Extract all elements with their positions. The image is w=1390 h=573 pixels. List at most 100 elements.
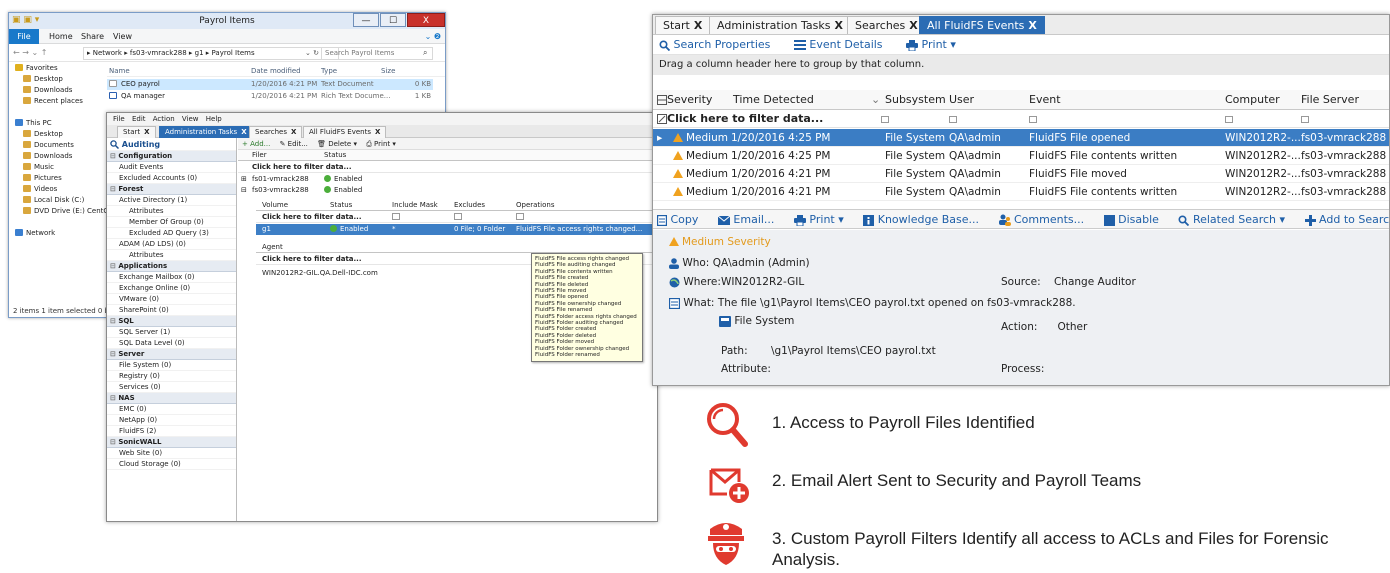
menu-help[interactable]: Help bbox=[206, 115, 222, 123]
search-properties-button[interactable]: Search Properties bbox=[659, 38, 780, 51]
event-row[interactable]: Medium 1/20/2016 4:25 PM File System QA\adm… bbox=[653, 147, 1389, 165]
column-file-server[interactable]: File Server bbox=[1301, 90, 1359, 110]
nav-buttons[interactable]: ← → ⌄ ↑ bbox=[13, 48, 47, 57]
tree-group-header[interactable]: ⊟ Server bbox=[107, 349, 236, 360]
tree-group-header[interactable]: ⊟ NAS bbox=[107, 393, 236, 404]
volume-filter-row[interactable]: Click here to filter data... bbox=[256, 212, 657, 223]
print-button[interactable]: Print ▾ bbox=[906, 38, 966, 51]
volume-row[interactable]: g1 Enabled * 0 File; 0 Folder FluidFS Fi… bbox=[256, 224, 657, 235]
tree-item[interactable]: Registry (0) bbox=[107, 371, 236, 382]
tab-close-icon[interactable]: X bbox=[909, 19, 917, 32]
related-search-button[interactable]: Related Search ▾ bbox=[1178, 213, 1293, 226]
tree-item[interactable]: Services (0) bbox=[107, 382, 236, 393]
ribbon-tab-home[interactable]: Home bbox=[49, 32, 73, 41]
event-row[interactable]: Medium 1/20/2016 4:21 PM File System QA\adm… bbox=[653, 183, 1389, 201]
tree-item[interactable]: Web Site (0) bbox=[107, 448, 236, 459]
address-bar[interactable]: ▸ Network ▸ fs03-vmrack288 ▸ g1 ▸ Payrol… bbox=[83, 47, 339, 60]
column-computer[interactable]: Computer bbox=[1225, 90, 1280, 110]
ribbon-tab-view[interactable]: View bbox=[113, 32, 132, 41]
ribbon-tab-file[interactable]: File bbox=[9, 29, 39, 44]
filter-cell-icon[interactable] bbox=[1029, 110, 1037, 128]
event-details-button[interactable]: Event Details bbox=[793, 38, 893, 51]
nav-pane-item[interactable]: Pictures bbox=[9, 173, 105, 184]
tree-item[interactable]: Member Of Group (0) bbox=[107, 217, 236, 228]
column-status[interactable]: Status bbox=[330, 200, 352, 211]
tab-searches[interactable]: Searches X bbox=[249, 126, 303, 138]
nav-pane-item[interactable]: Desktop bbox=[9, 74, 105, 85]
tree-group-header[interactable]: ⊟ SonicWALL bbox=[107, 437, 236, 448]
tree-item[interactable]: Audit Events bbox=[107, 162, 236, 173]
tree-item[interactable]: SharePoint (0) bbox=[107, 305, 236, 316]
filter-cell-icon[interactable] bbox=[881, 110, 889, 128]
nav-pane-item[interactable]: DVD Drive (E:) CentO bbox=[9, 206, 109, 217]
tab-administration-tasks[interactable]: Administration Tasks X bbox=[159, 126, 253, 138]
tab-close-icon[interactable]: X bbox=[241, 128, 246, 136]
filter-cell-icon[interactable] bbox=[1225, 110, 1233, 128]
file-row[interactable]: QA manager 1/20/2016 4:21 PM Rich Text D… bbox=[107, 91, 433, 102]
column-severity[interactable]: Severity bbox=[657, 90, 712, 110]
column-time-detected[interactable]: Time Detected bbox=[733, 90, 814, 110]
tree-item[interactable]: SQL Server (1) bbox=[107, 327, 236, 338]
column-status[interactable]: Status bbox=[324, 150, 346, 161]
tree-item[interactable]: Cloud Storage (0) bbox=[107, 459, 236, 470]
nav-pane-item[interactable]: Videos bbox=[9, 184, 105, 195]
tab-close-icon[interactable]: X bbox=[291, 128, 296, 136]
column-type[interactable]: Type bbox=[321, 67, 337, 75]
tab-all-fluidfs-events[interactable]: All FluidFS Events X bbox=[303, 126, 387, 138]
tree-item[interactable]: File System (0) bbox=[107, 360, 236, 371]
nav-pane-item[interactable]: Downloads bbox=[9, 151, 105, 162]
tab-close-icon[interactable]: X bbox=[144, 128, 149, 136]
tree-group-header[interactable]: ⊟ SQL bbox=[107, 316, 236, 327]
column-include-mask[interactable]: Include Mask bbox=[392, 200, 438, 211]
column-agent[interactable]: Agent bbox=[262, 242, 283, 253]
tree-item[interactable]: FluidFS (2) bbox=[107, 426, 236, 437]
file-row[interactable]: CEO payrol 1/20/2016 4:21 PM Text Docume… bbox=[107, 79, 433, 90]
tree-item[interactable]: Active Directory (1) bbox=[107, 195, 236, 206]
disable-button[interactable]: Disable bbox=[1103, 213, 1167, 226]
collapse-icon[interactable]: ⊟ bbox=[241, 185, 247, 196]
tree-item[interactable]: SQL Data Level (0) bbox=[107, 338, 236, 349]
tree-item[interactable]: EMC (0) bbox=[107, 404, 236, 415]
tree-item[interactable]: Excluded AD Query (3) bbox=[107, 228, 236, 239]
email-button[interactable]: Email... bbox=[717, 213, 783, 226]
column-name[interactable]: Name bbox=[109, 67, 130, 75]
nav-pane-item[interactable]: Downloads bbox=[9, 85, 105, 96]
menu-edit[interactable]: Edit bbox=[132, 115, 146, 123]
filter-cell-icon[interactable] bbox=[1301, 110, 1309, 128]
search-input[interactable]: Search Payrol Items bbox=[321, 47, 433, 60]
minimize-button[interactable]: — bbox=[353, 13, 379, 27]
tab-close-icon[interactable]: X bbox=[694, 19, 702, 32]
address-controls[interactable]: ⌄ ↻ bbox=[305, 49, 319, 57]
ribbon-tab-share[interactable]: Share bbox=[81, 32, 104, 41]
search-icon[interactable]: ⌕ bbox=[423, 48, 427, 58]
tab-close-icon[interactable]: X bbox=[375, 128, 380, 136]
delete-button[interactable]: 🗑 Delete ▾ bbox=[317, 140, 357, 148]
nav-pane-item[interactable]: Documents bbox=[9, 140, 105, 151]
comments-button[interactable]: Comments... bbox=[998, 213, 1093, 226]
tree-item[interactable]: VMware (0) bbox=[107, 294, 236, 305]
tree-item[interactable]: Exchange Mailbox (0) bbox=[107, 272, 236, 283]
tree-group-header[interactable]: ⊟ Applications bbox=[107, 261, 236, 272]
tree-item[interactable]: ADAM (AD LDS) (0) bbox=[107, 239, 236, 250]
menu-file[interactable]: File bbox=[113, 115, 125, 123]
column-excludes[interactable]: Excludes bbox=[454, 200, 485, 211]
column-filer[interactable]: Filer bbox=[252, 150, 267, 161]
nav-pane-item[interactable]: Favorites bbox=[9, 63, 105, 74]
filer-row[interactable]: ⊟ fs03-vmrack288 Enabled bbox=[238, 185, 657, 196]
column-volume[interactable]: Volume bbox=[262, 200, 288, 211]
tree-group-header[interactable]: ⊟ Forest bbox=[107, 184, 236, 195]
close-button[interactable]: X bbox=[407, 13, 445, 27]
tab-start[interactable]: Start X bbox=[655, 16, 711, 34]
group-by-hint[interactable]: Drag a column header here to group by th… bbox=[653, 55, 1389, 75]
tab-all-fluidfs-events[interactable]: All FluidFS Events X bbox=[919, 16, 1045, 34]
tree-item[interactable]: Exchange Online (0) bbox=[107, 283, 236, 294]
column-event[interactable]: Event bbox=[1029, 90, 1061, 110]
menu-action[interactable]: Action bbox=[153, 115, 175, 123]
tab-close-icon[interactable]: X bbox=[1028, 19, 1036, 32]
column-operations[interactable]: Operations bbox=[516, 200, 554, 211]
print-button[interactable]: ⎙ Print ▾ bbox=[366, 140, 396, 148]
tree-item[interactable]: Attributes bbox=[107, 250, 236, 261]
filer-filter-row[interactable]: Click here to filter data... bbox=[238, 162, 657, 173]
nav-pane-item[interactable]: This PC bbox=[9, 118, 105, 129]
maximize-button[interactable]: ☐ bbox=[380, 13, 406, 27]
